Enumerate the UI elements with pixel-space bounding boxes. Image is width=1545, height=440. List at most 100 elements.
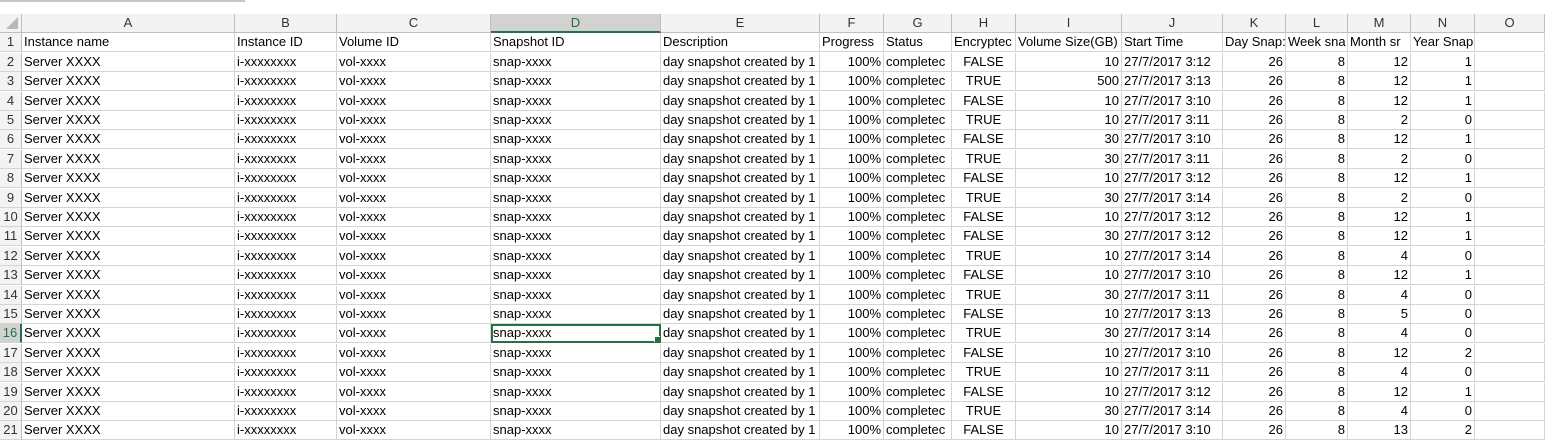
data-cell[interactable]: FALSE — [952, 266, 1016, 286]
data-cell[interactable] — [1475, 285, 1545, 305]
data-cell[interactable]: 30 — [1016, 402, 1122, 421]
data-cell[interactable]: 4 — [1348, 363, 1411, 383]
data-cell[interactable] — [1475, 169, 1545, 189]
column-header-g[interactable]: G — [884, 14, 952, 33]
data-cell[interactable]: day snapshot created by 1 — [661, 91, 820, 111]
data-cell[interactable]: 1 — [1411, 72, 1475, 92]
data-cell[interactable]: vol-xxxx — [337, 149, 491, 169]
data-cell[interactable]: 1 — [1411, 227, 1475, 247]
data-cell[interactable]: 0 — [1411, 111, 1475, 130]
data-cell[interactable]: snap-xxxx — [491, 130, 661, 150]
data-cell[interactable]: 1 — [1411, 169, 1475, 189]
data-cell[interactable]: completec — [884, 382, 952, 402]
data-cell[interactable]: i-xxxxxxxx — [235, 382, 337, 402]
data-cell[interactable]: 26 — [1223, 208, 1286, 227]
data-cell[interactable]: TRUE — [952, 188, 1016, 208]
data-cell[interactable]: 100% — [820, 227, 884, 247]
data-cell[interactable]: 27/7/2017 3:12 — [1122, 382, 1223, 402]
select-all-corner[interactable] — [0, 14, 22, 33]
data-cell[interactable]: 30 — [1016, 285, 1122, 305]
data-cell[interactable]: vol-xxxx — [337, 111, 491, 130]
data-cell[interactable]: 5 — [1348, 305, 1411, 324]
data-cell[interactable]: Server XXXX — [22, 363, 235, 383]
data-cell[interactable]: 1 — [1411, 52, 1475, 72]
data-cell[interactable]: 2 — [1348, 111, 1411, 130]
data-cell[interactable]: day snapshot created by 1 — [661, 52, 820, 72]
data-cell[interactable]: i-xxxxxxxx — [235, 305, 337, 324]
data-cell[interactable]: day snapshot created by 1 — [661, 363, 820, 383]
data-cell[interactable]: Server XXXX — [22, 343, 235, 363]
data-cell[interactable]: i-xxxxxxxx — [235, 149, 337, 169]
data-cell[interactable]: 8 — [1286, 52, 1348, 72]
data-cell[interactable]: 0 — [1411, 246, 1475, 266]
data-cell[interactable]: FALSE — [952, 227, 1016, 247]
data-cell[interactable]: snap-xxxx — [491, 363, 661, 383]
data-cell[interactable]: snap-xxxx — [491, 91, 661, 111]
data-cell[interactable]: snap-xxxx — [491, 421, 661, 440]
data-cell[interactable]: 10 — [1016, 421, 1122, 440]
data-cell[interactable]: completec — [884, 52, 952, 72]
data-cell[interactable]: completec — [884, 169, 952, 189]
data-cell[interactable]: i-xxxxxxxx — [235, 169, 337, 189]
data-cell[interactable]: 30 — [1016, 130, 1122, 150]
row-header-8[interactable]: 8 — [0, 169, 22, 189]
data-cell[interactable]: 8 — [1286, 382, 1348, 402]
data-cell[interactable] — [1475, 91, 1545, 111]
data-cell[interactable]: TRUE — [952, 149, 1016, 169]
data-cell[interactable]: day snapshot created by 1 — [661, 169, 820, 189]
data-cell[interactable]: Server XXXX — [22, 324, 235, 344]
data-cell[interactable]: Server XXXX — [22, 208, 235, 227]
data-cell[interactable]: i-xxxxxxxx — [235, 246, 337, 266]
data-cell[interactable]: day snapshot created by 1 — [661, 402, 820, 421]
data-cell[interactable]: 10 — [1016, 266, 1122, 286]
data-cell[interactable]: Server XXXX — [22, 285, 235, 305]
data-cell[interactable]: snap-xxxx — [491, 402, 661, 421]
header-cell-h[interactable]: Encryptec — [952, 33, 1016, 53]
data-cell[interactable]: 26 — [1223, 149, 1286, 169]
header-cell-f[interactable]: Progress — [820, 33, 884, 53]
data-cell[interactable]: 27/7/2017 3:13 — [1122, 72, 1223, 92]
data-cell[interactable]: 8 — [1286, 285, 1348, 305]
data-cell[interactable]: snap-xxxx — [491, 52, 661, 72]
data-cell[interactable]: 26 — [1223, 188, 1286, 208]
data-cell[interactable]: 100% — [820, 382, 884, 402]
data-cell[interactable]: 8 — [1286, 111, 1348, 130]
data-cell[interactable]: 100% — [820, 111, 884, 130]
data-cell[interactable]: completec — [884, 285, 952, 305]
column-header-c[interactable]: C — [337, 14, 491, 33]
data-cell[interactable]: 1 — [1411, 130, 1475, 150]
data-cell[interactable]: 100% — [820, 266, 884, 286]
data-cell[interactable]: 26 — [1223, 130, 1286, 150]
data-cell[interactable]: 8 — [1286, 266, 1348, 286]
data-cell[interactable] — [1475, 324, 1545, 344]
data-cell[interactable]: 10 — [1016, 91, 1122, 111]
data-cell[interactable]: Server XXXX — [22, 52, 235, 72]
data-cell[interactable]: 100% — [820, 52, 884, 72]
data-cell[interactable]: 27/7/2017 3:11 — [1122, 363, 1223, 383]
data-cell[interactable]: 26 — [1223, 111, 1286, 130]
data-cell[interactable]: vol-xxxx — [337, 52, 491, 72]
row-header-16[interactable]: 16 — [0, 324, 22, 344]
column-header-d[interactable]: D — [491, 14, 661, 33]
data-cell[interactable]: Server XXXX — [22, 382, 235, 402]
header-cell-e[interactable]: Description — [661, 33, 820, 53]
data-cell[interactable]: FALSE — [952, 130, 1016, 150]
data-cell[interactable]: vol-xxxx — [337, 246, 491, 266]
data-cell[interactable]: 27/7/2017 3:14 — [1122, 402, 1223, 421]
data-cell[interactable]: 26 — [1223, 421, 1286, 440]
data-cell[interactable]: snap-xxxx — [491, 266, 661, 286]
data-cell[interactable]: 1 — [1411, 91, 1475, 111]
column-header-n[interactable]: N — [1411, 14, 1475, 33]
data-cell[interactable]: 0 — [1411, 324, 1475, 344]
column-header-o[interactable]: O — [1475, 14, 1545, 33]
header-cell-c[interactable]: Volume ID — [337, 33, 491, 53]
data-cell[interactable]: 100% — [820, 421, 884, 440]
data-cell[interactable]: vol-xxxx — [337, 188, 491, 208]
data-cell[interactable]: vol-xxxx — [337, 227, 491, 247]
data-cell[interactable]: snap-xxxx — [491, 305, 661, 324]
data-cell[interactable]: TRUE — [952, 402, 1016, 421]
data-cell[interactable]: completec — [884, 266, 952, 286]
data-cell[interactable]: completec — [884, 72, 952, 92]
data-cell[interactable]: 2 — [1411, 421, 1475, 440]
data-cell[interactable]: 100% — [820, 130, 884, 150]
